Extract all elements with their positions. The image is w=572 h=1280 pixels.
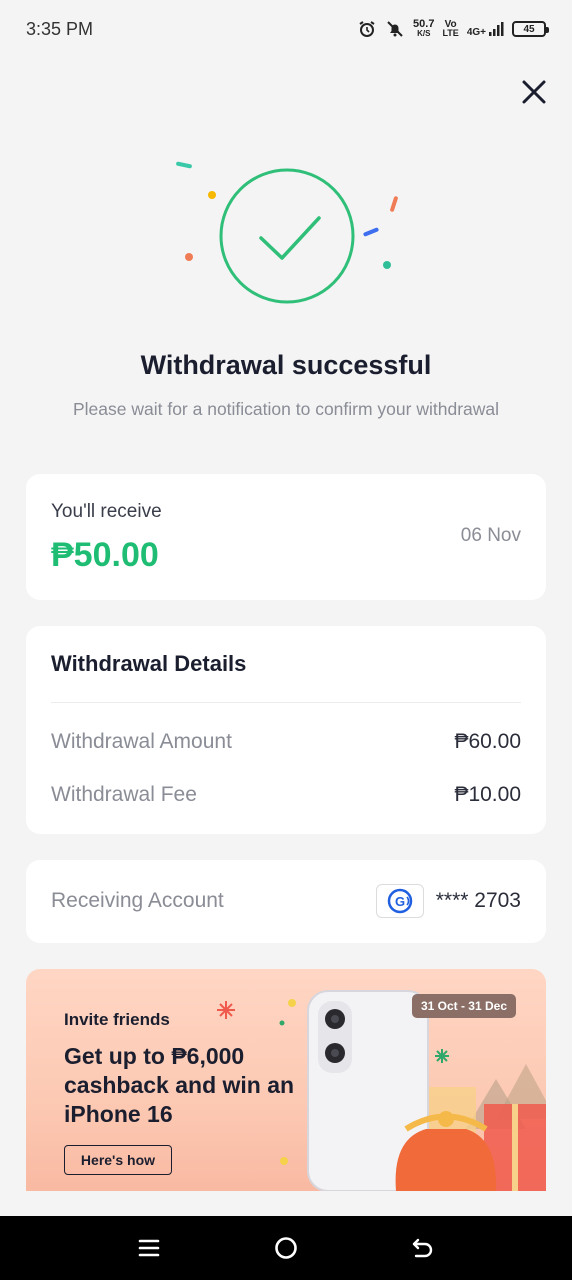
gcash-logo-icon: G — [375, 884, 424, 918]
phone-lens-inner — [331, 1015, 339, 1023]
divider — [51, 702, 521, 703]
menu-icon — [138, 1239, 159, 1257]
bell-off-icon — [385, 19, 405, 39]
home-icon — [275, 1237, 297, 1259]
close-button[interactable] — [518, 76, 550, 108]
success-ring — [219, 168, 355, 304]
sparkle-dot — [279, 1020, 285, 1026]
confetti-orange — [185, 253, 193, 261]
volte-bottom: LTE — [442, 28, 459, 38]
volte-indicator: Vo LTE — [442, 20, 458, 38]
phone-lens-inner — [331, 1049, 339, 1057]
gift-ribbon — [512, 1104, 518, 1191]
receive-card: You'll receive ₱50.00 06 Nov — [26, 474, 546, 600]
success-subtitle: Please wait for a notification to confir… — [72, 399, 500, 419]
net-speed: 50.7 K/S — [413, 18, 435, 39]
signal-label: 4G+ — [466, 27, 486, 38]
heres-how-button[interactable]: Here's how — [64, 1145, 172, 1175]
confetti-green — [383, 261, 391, 269]
sparkle-dot — [288, 999, 296, 1007]
net-speed-unit: K/S — [417, 29, 431, 38]
detail-row-amount: Withdrawal Amount ₱60.00 — [51, 730, 521, 754]
banner-headline: Get up to ₱6,000 cashback and win an iPh… — [64, 1043, 295, 1127]
sparkle-icon — [217, 1001, 235, 1019]
status-icons: 50.7 K/S Vo LTE 4G+ 45 — [357, 18, 549, 39]
detail-value: ₱60.00 — [454, 730, 521, 753]
signal-bars-icon — [489, 22, 504, 36]
back-icon — [413, 1238, 433, 1258]
confetti-yellow — [208, 191, 216, 199]
account-label: Receiving Account — [51, 889, 224, 912]
confetti-red — [390, 196, 398, 212]
receive-amount: ₱50.00 — [51, 536, 159, 574]
home-button[interactable] — [266, 1228, 306, 1268]
status-time: 3:35 PM — [26, 18, 94, 39]
signal-indicator: 4G+ — [466, 21, 504, 38]
confetti-blue — [363, 227, 379, 237]
sparkle-icon — [435, 1049, 449, 1063]
svg-text:G: G — [395, 894, 405, 909]
checkmark-icon — [259, 216, 321, 260]
system-nav-bar — [0, 1216, 572, 1280]
sparkle-dot — [280, 1157, 288, 1165]
banner-date-badge: 31 Oct - 31 Dec — [411, 994, 516, 1018]
detail-value: ₱10.00 — [454, 783, 521, 806]
receiving-account-card: Receiving Account G **** 2703 — [26, 860, 546, 943]
menu-button[interactable] — [129, 1228, 169, 1268]
battery-icon: 45 — [512, 21, 549, 37]
status-bar: 3:35 PM 50.7 K/S Vo LTE 4G+ 45 — [0, 0, 572, 58]
close-icon — [522, 80, 546, 104]
lucky-pouch — [395, 1129, 497, 1191]
success-title: Withdrawal successful — [140, 350, 432, 380]
account-info: G **** 2703 — [375, 884, 521, 918]
account-number: **** 2703 — [435, 889, 521, 912]
details-title: Withdrawal Details — [51, 651, 247, 676]
net-speed-value: 50.7 — [413, 18, 435, 30]
confetti-teal — [176, 161, 192, 169]
promo-banner[interactable]: Invite friends Get up to ₱6,000 cashback… — [26, 969, 546, 1191]
success-illustration — [0, 150, 572, 320]
receive-label: You'll receive — [51, 501, 162, 522]
detail-row-fee: Withdrawal Fee ₱10.00 — [51, 783, 521, 807]
banner-invite: Invite friends — [64, 1010, 170, 1029]
back-button[interactable] — [403, 1228, 443, 1268]
pouch-knot — [438, 1111, 454, 1127]
detail-label: Withdrawal Amount — [51, 730, 232, 753]
alarm-icon — [357, 19, 377, 39]
detail-label: Withdrawal Fee — [51, 783, 197, 806]
withdrawal-details-card: Withdrawal Details Withdrawal Amount ₱60… — [26, 626, 546, 834]
receive-date: 06 Nov — [460, 525, 521, 546]
